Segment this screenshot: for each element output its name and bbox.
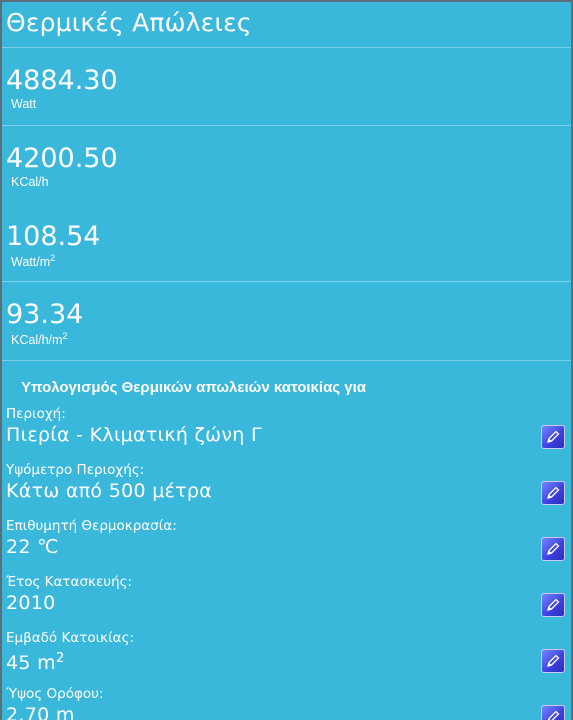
pencil-icon <box>547 542 560 555</box>
field-region: Περιοχή: Πιερία - Κλιματική ζώνη Γ <box>2 403 571 459</box>
edit-construction-year-button[interactable] <box>541 593 565 617</box>
field-value: Κάτω από 500 μέτρα <box>6 480 213 502</box>
field-value: 22 ℃ <box>6 536 59 558</box>
pencil-icon <box>547 654 560 667</box>
stat-unit-sup: 2 <box>62 331 68 341</box>
pencil-icon <box>547 710 560 720</box>
field-value: 2010 <box>6 592 56 614</box>
field-temperature: Επιθυμητή Θερμοκρασία: 22 ℃ <box>2 515 571 571</box>
field-value: Πιερία - Κλιματική ζώνη Γ <box>6 424 262 446</box>
stat-unit: Watt <box>11 97 37 111</box>
field-value-base: 45 m <box>6 652 56 674</box>
stat-value: 4884.30 <box>6 65 118 96</box>
stat-unit: KCal/h <box>11 175 49 189</box>
pencil-icon <box>547 598 560 611</box>
edit-altitude-button[interactable] <box>541 481 565 505</box>
stat-watt: 4884.30 Watt <box>2 48 571 126</box>
field-label: Εμβαδό Κατοικίας: <box>6 630 135 646</box>
field-altitude: Υψόμετρο Περιοχής: Κάτω από 500 μέτρα <box>2 459 571 515</box>
field-label: Υψόμετρο Περιοχής: <box>6 462 145 478</box>
field-construction-year: Έτος Κατασκευής: 2010 <box>2 571 571 627</box>
stat-unit: Watt/m2 <box>6 253 571 269</box>
stat-unit: KCal/h/m2 <box>6 331 571 347</box>
header: Θερμικές Απώλειες <box>2 2 571 48</box>
stat-unit-base: Watt/m <box>11 255 51 269</box>
stat-value: 93.34 <box>6 299 84 330</box>
pencil-icon <box>547 430 560 443</box>
field-label: Έτος Κατασκευής: <box>6 574 133 590</box>
edit-area-button[interactable] <box>541 649 565 673</box>
field-value-sup: 2 <box>55 651 65 666</box>
field-label: Επιθυμητή Θερμοκρασία: <box>6 518 177 534</box>
edit-region-button[interactable] <box>541 425 565 449</box>
edit-floor-height-button[interactable] <box>541 705 565 720</box>
field-label: Ύψος Ορόφου: <box>6 686 104 702</box>
field-area: Εμβαδό Κατοικίας: 45 m2 <box>2 627 571 683</box>
stat-watt-per-m2: 108.54 Watt/m2 <box>2 204 571 282</box>
stat-unit-base: KCal/h/m <box>11 333 63 347</box>
stat-value: 4200.50 <box>6 143 118 174</box>
section-title: Υπολογισμός Θερμικών απωλειών κατοικίας … <box>21 379 367 396</box>
page-title: Θερμικές Απώλειες <box>6 8 252 37</box>
stat-kcal-per-hour: 4200.50 KCal/h <box>2 126 571 204</box>
pencil-icon <box>547 486 560 499</box>
stat-kcal-per-hour-per-m2: 93.34 KCal/h/m2 <box>2 282 571 361</box>
stat-value: 108.54 <box>6 221 101 252</box>
field-value: 45 m2 <box>6 647 571 675</box>
stat-unit-sup: 2 <box>50 253 56 263</box>
edit-temperature-button[interactable] <box>541 537 565 561</box>
field-value: 2.70 m <box>6 704 75 720</box>
field-floor-height: Ύψος Ορόφου: 2.70 m <box>2 683 571 720</box>
app-window: Θερμικές Απώλειες 4884.30 Watt 4200.50 K… <box>0 0 573 720</box>
field-label: Περιοχή: <box>6 406 66 422</box>
